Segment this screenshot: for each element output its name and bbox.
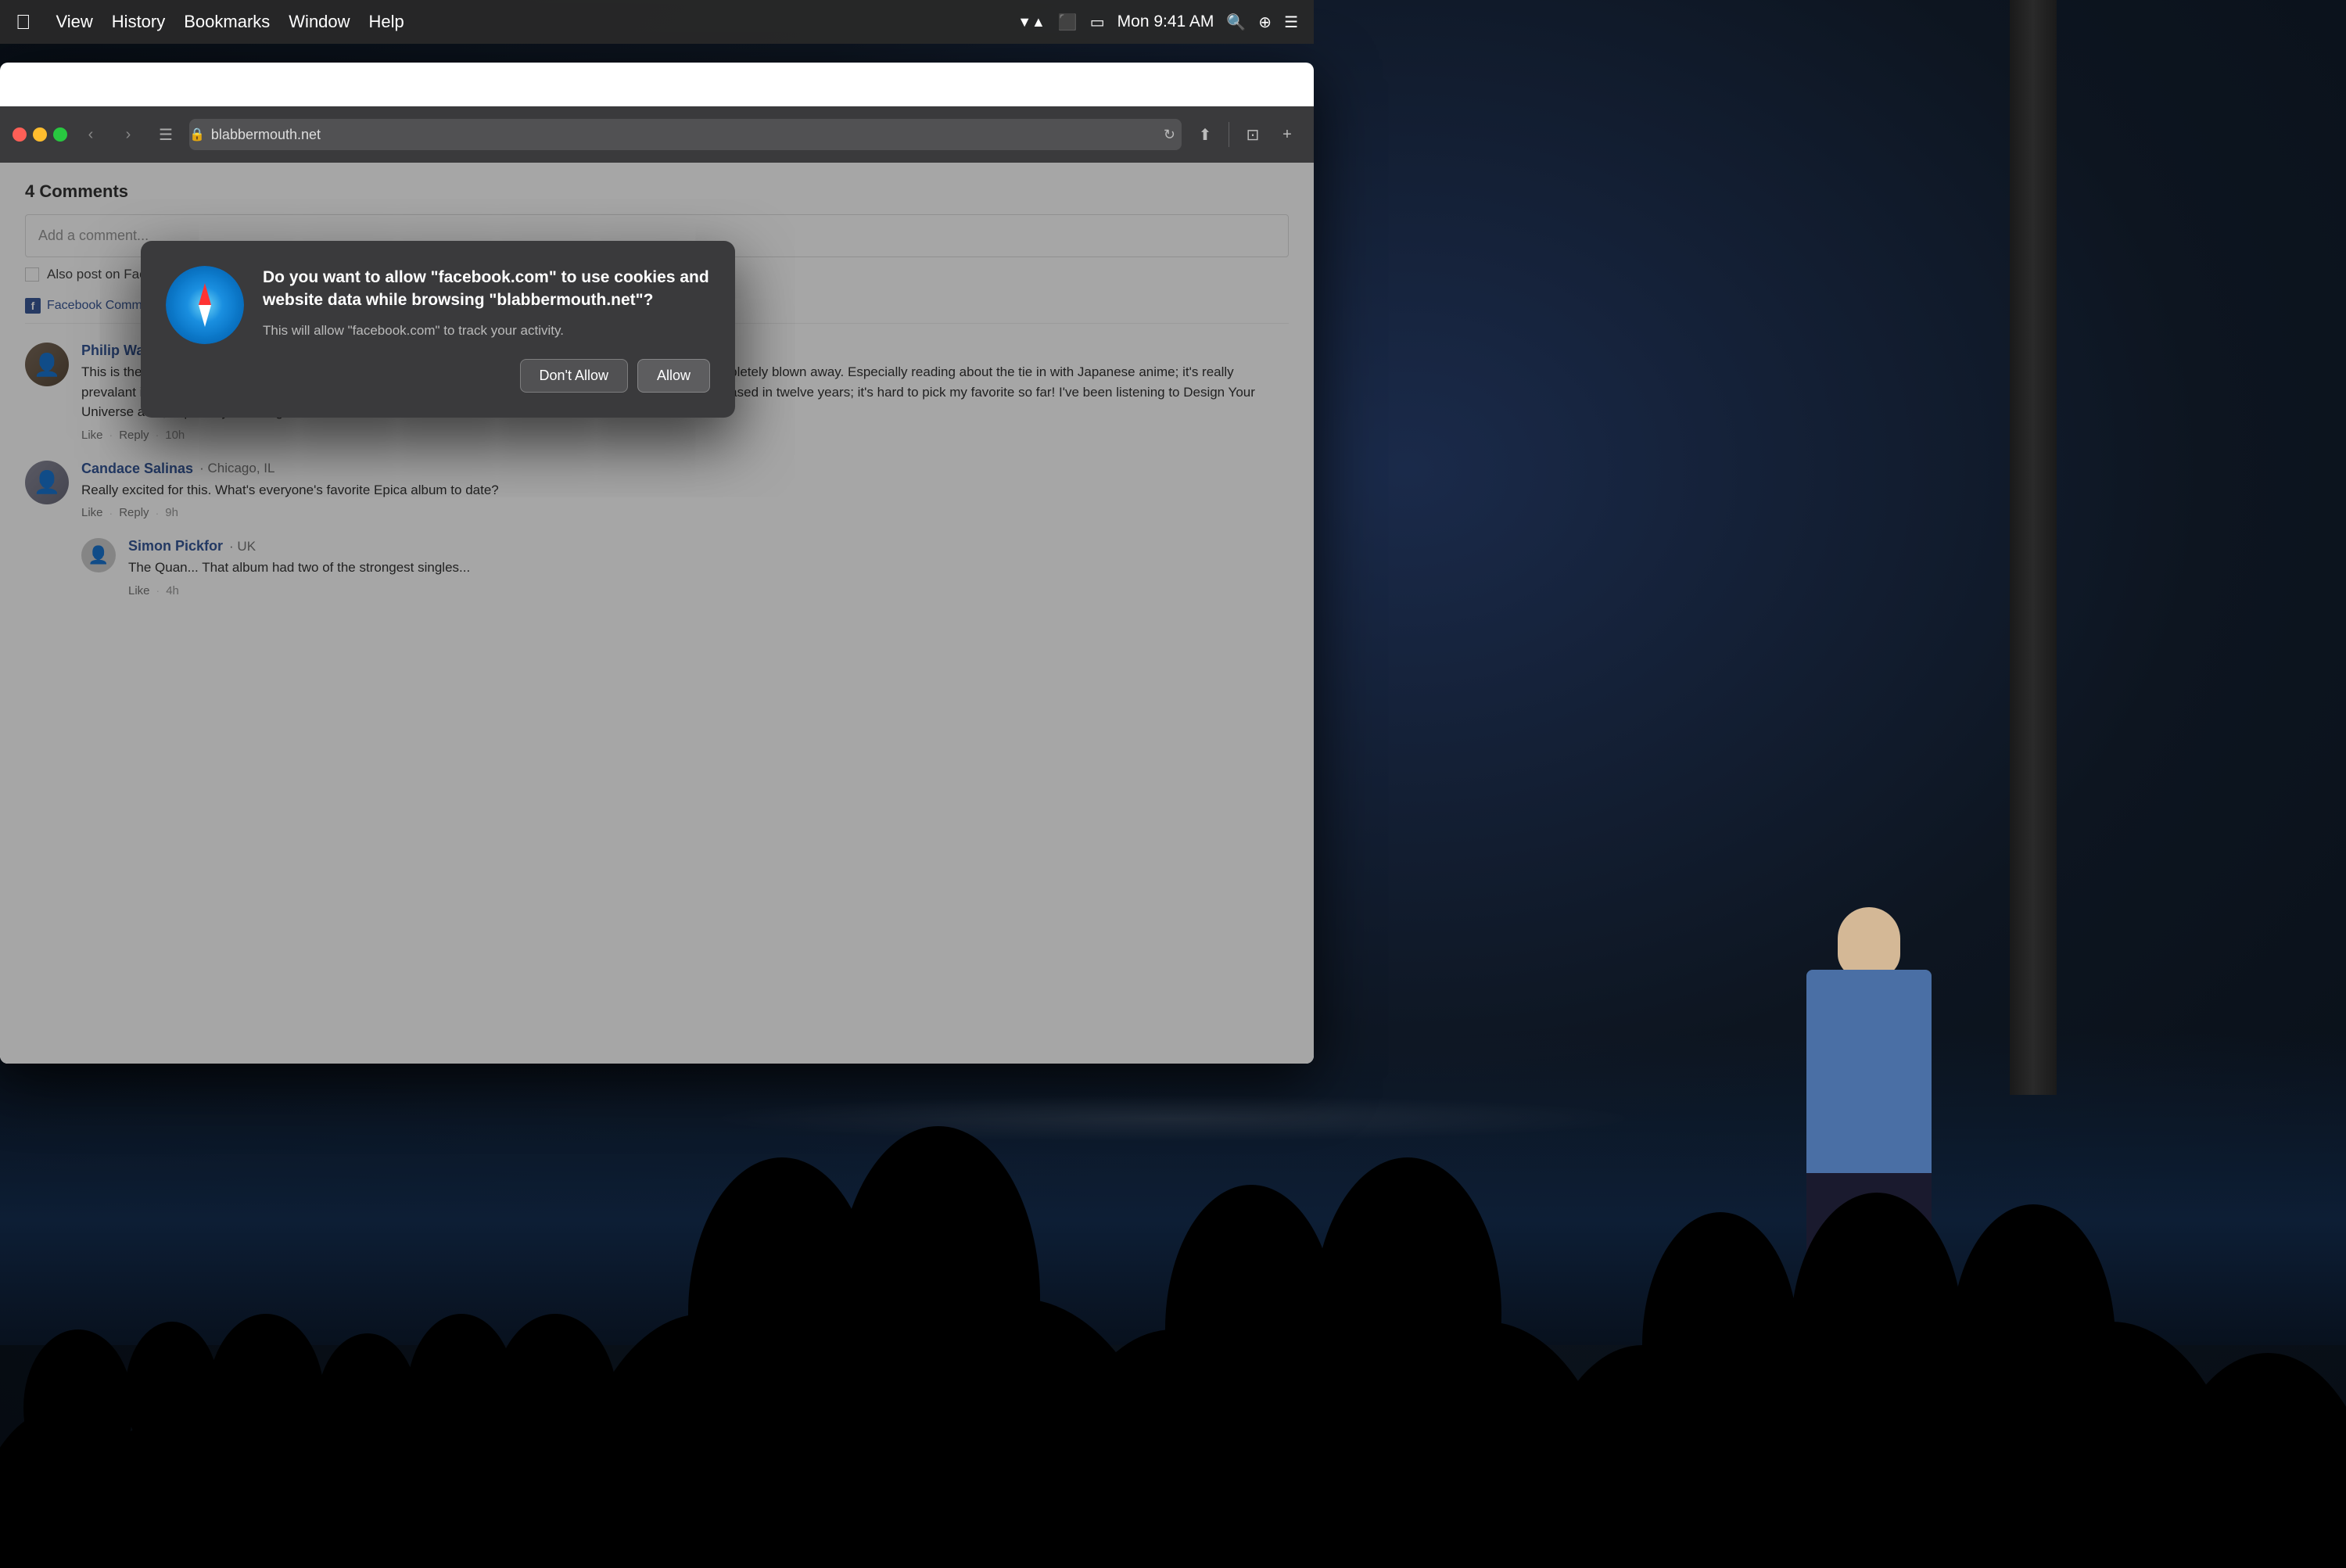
menu-extras-icon[interactable]: ☰ (1284, 13, 1298, 32)
maximize-button[interactable] (53, 127, 67, 142)
safari-icon (166, 266, 244, 344)
back-button[interactable]: ‹ (77, 120, 105, 149)
browser-toolbar: ‹ › ☰ 🔒 blabbermouth.net ↻ ⬆ ⊡ + (0, 106, 1314, 163)
traffic-lights (13, 127, 67, 142)
dialog-body: Do you want to allow "facebook.com" to u… (263, 266, 710, 393)
apple-menu[interactable]:  (16, 10, 31, 34)
dialog-overlay: Do you want to allow "facebook.com" to u… (0, 163, 1314, 1064)
browser-actions: ⬆ ⊡ + (1191, 120, 1301, 149)
allow-button[interactable]: Allow (637, 359, 710, 393)
presenter-head (1838, 907, 1900, 978)
copy-button[interactable]: ⊡ (1239, 120, 1267, 149)
dialog-title: Do you want to allow "facebook.com" to u… (263, 266, 710, 312)
share-button[interactable]: ⬆ (1191, 120, 1219, 149)
audience-area (0, 1111, 2346, 1564)
menu-history[interactable]: History (112, 12, 165, 32)
control-center-icon[interactable]: ⊕ (1258, 13, 1272, 32)
minimize-button[interactable] (33, 127, 47, 142)
audience-svg (0, 1111, 2346, 1564)
menu-window[interactable]: Window (289, 12, 350, 32)
forward-button[interactable]: › (114, 120, 142, 149)
screen-pillar (2010, 0, 2057, 1095)
close-button[interactable] (13, 127, 27, 142)
dialog-subtitle: This will allow "facebook.com" to track … (263, 321, 710, 340)
url-text: blabbermouth.net (211, 127, 321, 143)
add-tab-button[interactable]: + (1273, 120, 1301, 149)
wifi-icon: ▼▲ (1017, 14, 1046, 30)
reload-button[interactable]: ↻ (1164, 127, 1175, 143)
display-icon: ⬛ (1058, 13, 1078, 32)
menu-help[interactable]: Help (369, 12, 404, 32)
menu-view[interactable]: View (56, 12, 93, 32)
dont-allow-button[interactable]: Don't Allow (520, 359, 628, 393)
dialog-buttons: Don't Allow Allow (263, 359, 710, 393)
address-bar[interactable]: 🔒 blabbermouth.net ↻ (189, 119, 1182, 150)
browser-window: ‹ › ☰ 🔒 blabbermouth.net ↻ ⬆ ⊡ + 4 Comme… (0, 63, 1314, 1064)
sidebar-toggle-button[interactable]: ☰ (152, 120, 180, 149)
menubar-time: Mon 9:41 AM (1117, 13, 1214, 31)
menubar:  View History Bookmarks Window Help ▼▲ … (0, 0, 1314, 44)
cookie-dialog: Do you want to allow "facebook.com" to u… (141, 241, 735, 418)
lock-icon: 🔒 (189, 127, 205, 142)
menu-bookmarks[interactable]: Bookmarks (184, 12, 270, 32)
search-icon[interactable]: 🔍 (1226, 13, 1246, 32)
battery-icon: ▭ (1090, 13, 1105, 32)
